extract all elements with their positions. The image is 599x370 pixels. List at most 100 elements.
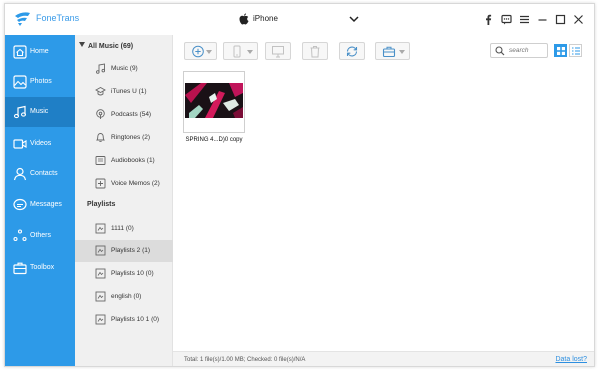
status-bar: Total: 1 file(s)/1.00 MB; Checked: 0 fil…: [173, 351, 594, 366]
delete-button[interactable]: [302, 42, 328, 60]
feedback-icon[interactable]: [501, 14, 512, 25]
nav-item-messages[interactable]: Messages: [5, 190, 75, 220]
playlist-label: Playlists 10 (0): [111, 270, 154, 277]
videos-icon: [13, 139, 27, 149]
all-music-label: All Music (69): [88, 43, 134, 50]
minimize-icon[interactable]: [537, 14, 548, 25]
playlist-item[interactable]: Playlists 10 1 (0): [75, 309, 173, 331]
voice-memo-icon: [95, 178, 106, 189]
main-content: SPRING 4...D)0 copy Total: 1 file(s)/1.0…: [173, 35, 594, 366]
nav-label: Messages: [30, 201, 62, 208]
nav-label: Toolbox: [30, 264, 55, 271]
playlist-item[interactable]: 1111 (0): [75, 218, 173, 240]
sync-button[interactable]: [339, 42, 365, 60]
status-text: Total: 1 file(s)/1.00 MB; Checked: 0 fil…: [184, 357, 306, 363]
nav-item-contacts[interactable]: Contacts: [5, 159, 75, 189]
category-label: Ringtones (2): [111, 134, 151, 141]
nav-item-toolbox[interactable]: Toolbox: [5, 253, 75, 283]
file-name: SPRING 4...D)0 copy: [185, 137, 243, 143]
nav-label: Videos: [30, 140, 52, 147]
playlist-item[interactable]: Playlists 2 (1): [75, 240, 173, 262]
toolbox-icon: [382, 46, 396, 58]
pc-export-icon: [272, 46, 284, 58]
playlist-icon: [95, 291, 106, 302]
dropdown-arrow-icon: [399, 50, 405, 54]
category-item-music[interactable]: Music (9): [75, 58, 173, 80]
music-icon: [13, 105, 27, 119]
nav-item-videos[interactable]: Videos: [5, 129, 75, 159]
category-item-ringtones[interactable]: Ringtones (2): [75, 127, 173, 149]
home-icon: [13, 45, 27, 59]
category-label: Podcasts (54): [111, 111, 152, 118]
toolbar: [173, 35, 594, 65]
nav-label: Music: [30, 108, 49, 115]
app-logo-icon: [15, 12, 30, 26]
delete-icon: [310, 46, 320, 58]
messages-icon: [13, 198, 27, 211]
playlists-header: Playlists: [87, 201, 116, 208]
export-to-device-button[interactable]: [223, 42, 258, 60]
playlist-label: Playlists 2 (1): [111, 247, 151, 254]
maximize-icon[interactable]: [555, 14, 566, 25]
album-art-image: [185, 83, 243, 118]
chevron-down-icon: [349, 16, 359, 23]
itunes-u-icon: [95, 86, 106, 96]
contacts-icon: [13, 167, 27, 181]
facebook-icon[interactable]: [483, 14, 494, 25]
nav-item-photos[interactable]: Photos: [5, 67, 75, 97]
others-icon: [13, 229, 27, 242]
list-view-button[interactable]: [569, 44, 582, 57]
playlist-label: Playlists 10 1 (0): [111, 316, 160, 323]
file-thumbnail: [183, 71, 245, 133]
category-item-podcasts[interactable]: Podcasts (54): [75, 104, 173, 126]
device-selector[interactable]: iPhone: [237, 12, 361, 27]
nav-label: Home: [30, 48, 49, 55]
menu-icon[interactable]: [519, 14, 530, 25]
playlist-icon: [95, 314, 106, 325]
playlist-item[interactable]: english (0): [75, 286, 173, 308]
nav-label: Photos: [30, 78, 52, 85]
nav-item-home[interactable]: Home: [5, 37, 75, 67]
nav-item-others[interactable]: Others: [5, 221, 75, 251]
sync-icon: [346, 46, 358, 57]
close-icon[interactable]: [573, 14, 584, 25]
dropdown-arrow-icon: [206, 50, 212, 54]
audiobook-icon: [95, 156, 106, 165]
category-label: Music (9): [111, 65, 138, 72]
playlist-icon: [95, 223, 106, 234]
grid-view-icon: [557, 47, 565, 55]
app-name: FoneTrans: [36, 13, 80, 23]
nav-label: Contacts: [30, 170, 58, 177]
phone-export-icon: [233, 45, 241, 58]
bell-icon: [96, 133, 105, 143]
all-music-header[interactable]: All Music (69): [79, 42, 133, 50]
category-label: Audiobooks (1): [111, 157, 155, 164]
photos-icon: [13, 75, 27, 89]
add-button[interactable]: [184, 42, 217, 60]
category-item-voice-memos[interactable]: Voice Memos (2): [75, 173, 173, 195]
podcast-icon: [96, 109, 105, 119]
nav-item-music[interactable]: Music: [5, 97, 75, 127]
device-name: iPhone: [253, 14, 278, 23]
category-label: Voice Memos (2): [111, 180, 160, 187]
playlist-label: english (0): [111, 293, 142, 300]
toolbox-button[interactable]: [375, 42, 410, 60]
playlist-label: 1111 (0): [111, 225, 134, 232]
file-item[interactable]: SPRING 4...D)0 copy: [183, 71, 247, 143]
grid-view-button[interactable]: [554, 44, 567, 57]
category-label: iTunes U (1): [111, 88, 147, 95]
dropdown-arrow-icon: [247, 50, 253, 54]
category-item-audiobooks[interactable]: Audiobooks (1): [75, 150, 173, 172]
category-item-itunes-u[interactable]: iTunes U (1): [75, 81, 173, 103]
search-input[interactable]: [490, 43, 548, 58]
playlist-icon: [95, 245, 106, 256]
playlist-icon: [95, 268, 106, 279]
apple-icon: [239, 13, 249, 25]
title-bar: FoneTrans iPhone: [5, 4, 594, 35]
main-nav: Home Photos Music Videos Contacts Messag…: [5, 35, 75, 366]
toolbox-icon: [13, 262, 27, 275]
export-to-pc-button[interactable]: [265, 42, 291, 60]
playlist-item[interactable]: Playlists 10 (0): [75, 263, 173, 285]
nav-label: Others: [30, 232, 52, 239]
data-lost-link[interactable]: Data lost?: [555, 356, 587, 363]
